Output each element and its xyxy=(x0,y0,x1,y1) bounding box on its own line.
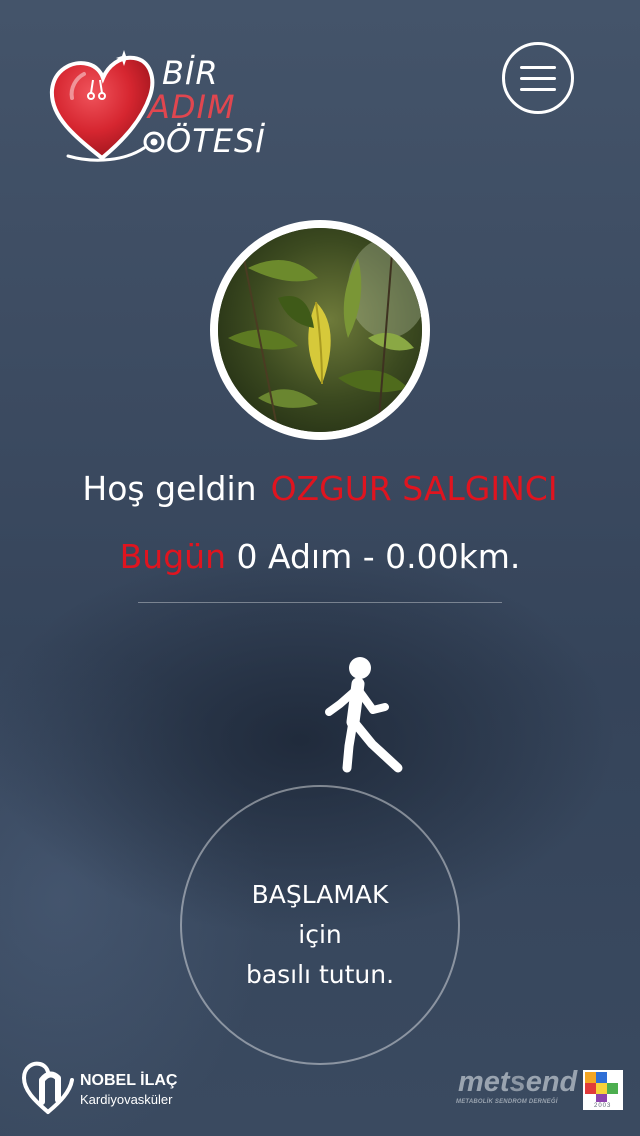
today-stats: Bugün 0 Adım - 0.00km. xyxy=(0,536,640,578)
nobel-logo: NOBEL İLAÇ Kardiyovasküler xyxy=(20,1058,190,1118)
app-logo: BİR ADIM ÖTESİ xyxy=(46,44,265,168)
metsend-year: 2003 xyxy=(594,1103,612,1109)
logo-word-adim: ADIM xyxy=(148,88,236,126)
welcome-prefix: Hoş geldin xyxy=(82,469,257,508)
leaf-photo xyxy=(218,228,422,432)
user-name: OZGUR SALGINCI xyxy=(270,469,558,508)
nobel-sub: Kardiyovasküler xyxy=(80,1092,173,1107)
divider xyxy=(138,602,502,603)
start-line-2: için xyxy=(298,920,342,949)
start-button-text: BAŞLAMAK için basılı tutun. xyxy=(182,875,458,995)
logo-word-otesi: ÖTESİ xyxy=(166,122,266,160)
start-line-1: BAŞLAMAK xyxy=(251,880,389,909)
start-line-3: basılı tutun. xyxy=(245,960,395,989)
walking-person-icon xyxy=(325,657,403,773)
start-hold-button[interactable]: BAŞLAMAK için basılı tutun. xyxy=(180,785,460,1065)
nobel-name: NOBEL İLAÇ xyxy=(80,1072,178,1089)
welcome-line: Hoş geldin OZGUR SALGINCI xyxy=(0,468,640,510)
profile-avatar[interactable] xyxy=(210,220,430,440)
metsend-logo: metsend METABOLİK SENDROM DERNEĞİ 2003 xyxy=(452,1066,628,1114)
logo-word-bir: BİR xyxy=(162,54,219,92)
steps-distance: 0 Adım - 0.00km. xyxy=(226,537,521,576)
metsend-wordmark: metsend xyxy=(458,1066,578,1098)
today-label: Bugün xyxy=(119,537,226,576)
nobel-n-heart-icon xyxy=(21,1061,74,1114)
menu-button[interactable] xyxy=(502,42,574,114)
metsend-tagline: METABOLİK SENDROM DERNEĞİ xyxy=(456,1099,558,1105)
